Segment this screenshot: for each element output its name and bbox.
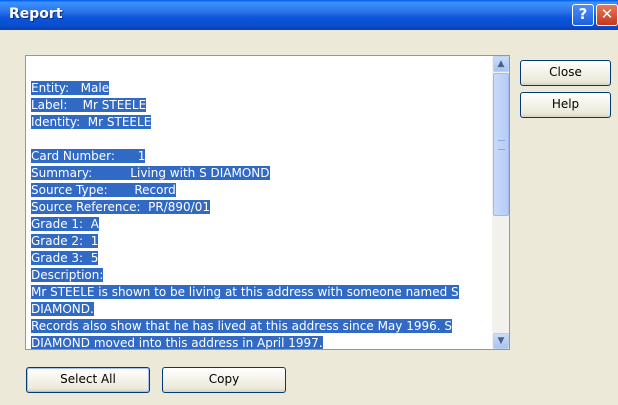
report-line: Summary: Living with S DIAMOND [31,166,270,180]
report-line: Label: Mr STEELE [31,98,147,112]
report-line: Card Number: 1 [31,149,146,163]
close-icon: ✕ [600,5,614,23]
report-line: Identity: Mr STEELE [31,115,152,129]
select-all-button[interactable]: Select All [26,367,150,393]
close-button[interactable]: Close [520,60,611,86]
chevron-down-icon: ▼ [497,336,505,346]
scroll-down-button[interactable]: ▼ [493,333,509,349]
question-icon: ? [578,5,588,23]
scroll-thumb[interactable] [493,73,509,216]
grip-icon [498,140,505,150]
report-line: Source Type: Record [31,183,176,197]
copy-button[interactable]: Copy [162,367,286,393]
vertical-scrollbar[interactable]: ▲ ▼ [492,56,509,349]
report-line: Grade 3: 5 [31,251,99,265]
report-text-area[interactable]: Entity: Male Label: Mr STEELE Identity: … [25,55,510,350]
close-title-button[interactable]: ✕ [596,4,618,26]
report-line: DIAMOND. [31,302,94,316]
report-line: DIAMOND moved into this address in April… [31,336,323,350]
report-window: Report ? ✕ Entity: Male Label: Mr STEELE… [0,0,618,405]
report-line [31,131,491,148]
help-button[interactable]: Help [520,92,611,118]
title-bar[interactable]: Report ? ✕ [0,0,618,30]
report-line: Mr STEELE is shown to be living at this … [31,285,459,299]
report-line: Source Reference: PR/890/01 [31,200,210,214]
report-line: Records also show that he has lived at t… [31,319,452,333]
report-line: Grade 1: A [31,217,99,231]
window-title: Report [9,6,63,22]
chevron-up-icon: ▲ [497,59,505,69]
report-line: Grade 2: 1 [31,234,99,248]
report-line: Description: [31,268,104,282]
report-line: Entity: Male [31,81,110,95]
help-title-button[interactable]: ? [572,4,594,26]
scroll-up-button[interactable]: ▲ [493,56,509,72]
report-text[interactable]: Entity: Male Label: Mr STEELE Identity: … [31,80,491,350]
